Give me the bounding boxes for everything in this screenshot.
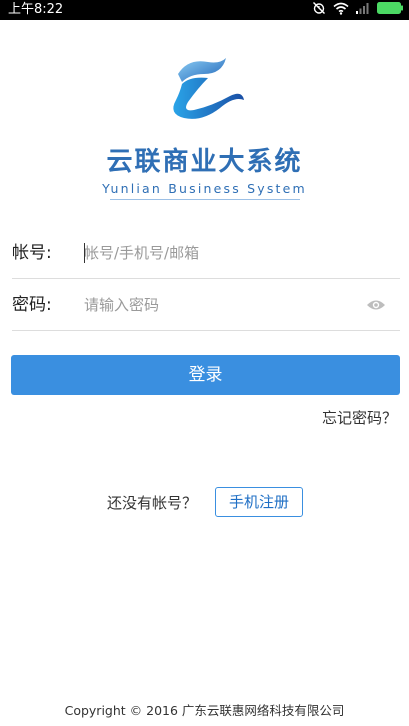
cell-signal-icon: [356, 2, 370, 18]
status-icons: [312, 1, 403, 19]
copyright-text: Copyright © 2016 广东云联惠网络科技有限公司: [64, 703, 345, 718]
eye-icon[interactable]: [366, 297, 386, 311]
status-time: 上午8:22: [8, 2, 64, 17]
phone-register-button[interactable]: 手机注册: [215, 487, 303, 517]
battery-icon: [377, 2, 403, 18]
text-cursor: [84, 243, 85, 263]
wifi-icon: [333, 2, 349, 19]
account-label: 帐号:: [12, 243, 52, 263]
subtitle-divider: [110, 199, 300, 200]
yunlian-logo: [160, 52, 250, 132]
login-button[interactable]: 登录: [11, 355, 400, 395]
alarm-off-icon: [312, 1, 326, 19]
account-input[interactable]: [84, 239, 354, 267]
status-bar: 上午8:22: [0, 0, 409, 20]
no-account-prompt: 还没有帐号？: [107, 494, 198, 512]
account-row: 帐号:: [12, 227, 400, 279]
app-subtitle: Yunlian Business System: [102, 181, 307, 196]
password-label: 密码:: [12, 295, 52, 315]
forgot-password-link[interactable]: 忘记密码？: [322, 407, 397, 429]
app-title: 云联商业大系统: [106, 147, 303, 177]
password-input[interactable]: [84, 291, 354, 319]
password-row: 密码:: [12, 279, 400, 331]
